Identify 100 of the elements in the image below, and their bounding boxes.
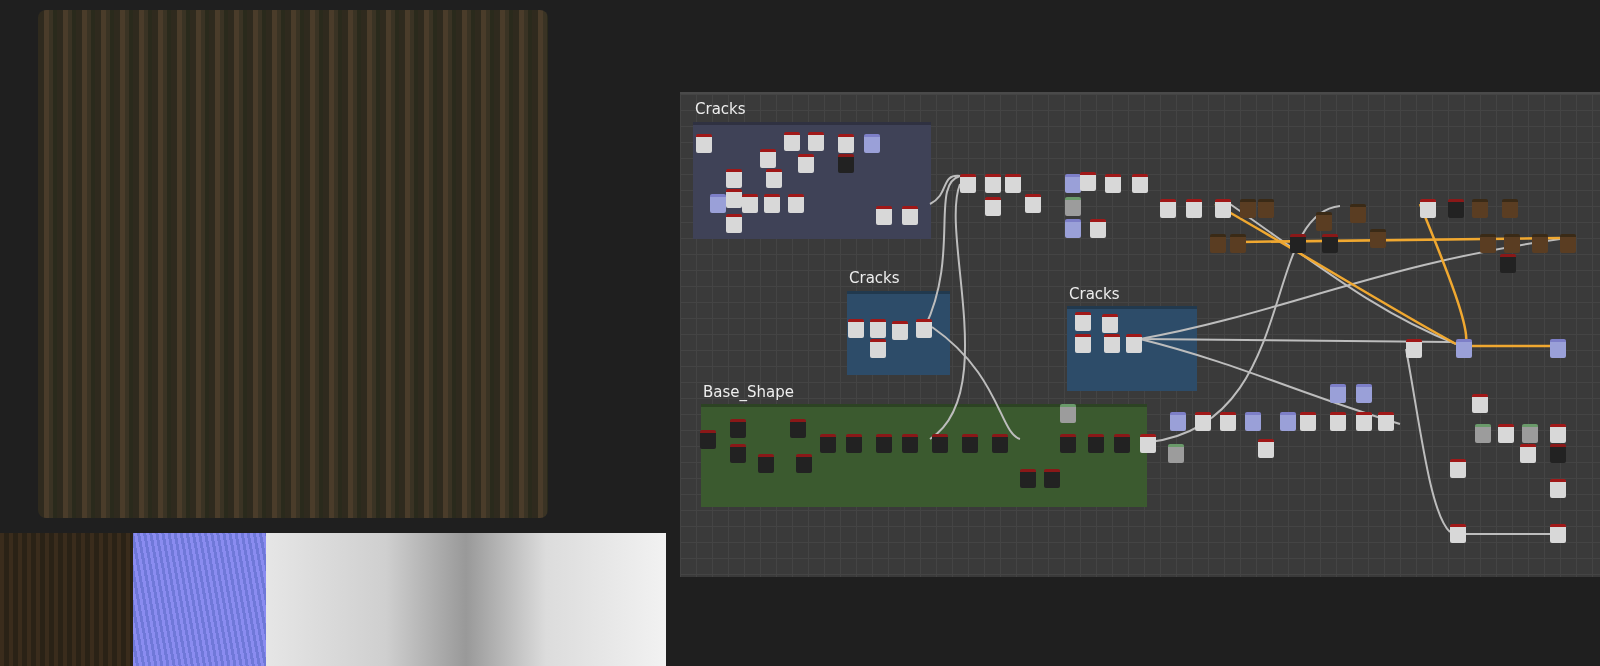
graph-node[interactable] — [1132, 174, 1148, 193]
graph-node[interactable] — [1498, 424, 1514, 443]
graph-node[interactable] — [758, 454, 774, 473]
graph-node[interactable] — [985, 174, 1001, 193]
graph-node[interactable] — [1550, 339, 1566, 358]
graph-node[interactable] — [1160, 199, 1176, 218]
graph-node[interactable] — [726, 214, 742, 233]
graph-node[interactable] — [1060, 434, 1076, 453]
graph-node[interactable] — [1330, 412, 1346, 431]
graph-node[interactable] — [962, 434, 978, 453]
graph-node[interactable] — [1456, 339, 1472, 358]
graph-node[interactable] — [808, 132, 824, 151]
graph-node[interactable] — [932, 434, 948, 453]
graph-node[interactable] — [730, 419, 746, 438]
graph-node[interactable] — [1044, 469, 1060, 488]
graph-node[interactable] — [846, 434, 862, 453]
graph-node[interactable] — [1025, 194, 1041, 213]
graph-node[interactable] — [1550, 524, 1566, 543]
graph-node[interactable] — [870, 319, 886, 338]
graph-node[interactable] — [1170, 412, 1186, 431]
graph-node[interactable] — [1448, 199, 1464, 218]
graph-node[interactable] — [1330, 384, 1346, 403]
graph-node[interactable] — [1215, 199, 1231, 218]
graph-node[interactable] — [790, 419, 806, 438]
graph-node[interactable] — [1075, 312, 1091, 331]
graph-node[interactable] — [1350, 204, 1366, 223]
graph-node[interactable] — [1532, 234, 1548, 253]
graph-node[interactable] — [992, 434, 1008, 453]
graph-node[interactable] — [1475, 424, 1491, 443]
graph-node[interactable] — [1316, 212, 1332, 231]
graph-node[interactable] — [1140, 434, 1156, 453]
graph-node[interactable] — [1104, 334, 1120, 353]
graph-node[interactable] — [788, 194, 804, 213]
graph-node[interactable] — [730, 444, 746, 463]
graph-node[interactable] — [1020, 469, 1036, 488]
graph-node[interactable] — [1520, 444, 1536, 463]
graph-node[interactable] — [1450, 524, 1466, 543]
graph-node[interactable] — [1195, 412, 1211, 431]
graph-node[interactable] — [1102, 314, 1118, 333]
graph-node[interactable] — [726, 169, 742, 188]
graph-node[interactable] — [1258, 439, 1274, 458]
graph-node[interactable] — [1420, 199, 1436, 218]
graph-node[interactable] — [742, 194, 758, 213]
graph-node[interactable] — [1550, 444, 1566, 463]
graph-node[interactable] — [848, 319, 864, 338]
graph-node[interactable] — [1060, 404, 1076, 423]
graph-node[interactable] — [1065, 197, 1081, 216]
graph-node[interactable] — [892, 321, 908, 340]
graph-node[interactable] — [1472, 199, 1488, 218]
graph-node[interactable] — [985, 197, 1001, 216]
graph-node[interactable] — [1065, 219, 1081, 238]
graph-node[interactable] — [1356, 412, 1372, 431]
graph-node[interactable] — [798, 154, 814, 173]
graph-node[interactable] — [876, 434, 892, 453]
graph-node[interactable] — [1005, 174, 1021, 193]
graph-node[interactable] — [960, 174, 976, 193]
graph-node[interactable] — [876, 206, 892, 225]
graph-node[interactable] — [820, 434, 836, 453]
graph-node[interactable] — [1230, 234, 1246, 253]
graph-node[interactable] — [1406, 339, 1422, 358]
graph-node[interactable] — [696, 134, 712, 153]
graph-node[interactable] — [1502, 199, 1518, 218]
graph-node[interactable] — [1114, 434, 1130, 453]
graph-node[interactable] — [1090, 219, 1106, 238]
graph-node[interactable] — [796, 454, 812, 473]
graph-node[interactable] — [1450, 459, 1466, 478]
graph-node[interactable] — [1500, 254, 1516, 273]
graph-node[interactable] — [1186, 199, 1202, 218]
graph-node[interactable] — [700, 430, 716, 449]
graph-node[interactable] — [838, 154, 854, 173]
graph-node[interactable] — [1290, 234, 1306, 253]
graph-node[interactable] — [766, 169, 782, 188]
graph-node[interactable] — [1522, 424, 1538, 443]
graph-node[interactable] — [764, 194, 780, 213]
graph-node[interactable] — [1080, 172, 1096, 191]
graph-node[interactable] — [1210, 234, 1226, 253]
graph-node[interactable] — [784, 132, 800, 151]
graph-node[interactable] — [1322, 234, 1338, 253]
graph-node[interactable] — [1240, 199, 1256, 218]
graph-node[interactable] — [1472, 394, 1488, 413]
graph-node[interactable] — [1220, 412, 1236, 431]
graph-node[interactable] — [1088, 434, 1104, 453]
graph-node[interactable] — [1370, 229, 1386, 248]
graph-node[interactable] — [1245, 412, 1261, 431]
graph-node[interactable] — [1280, 412, 1296, 431]
graph-node[interactable] — [1356, 384, 1372, 403]
graph-node[interactable] — [760, 149, 776, 168]
graph-node[interactable] — [726, 189, 742, 208]
graph-node[interactable] — [1065, 174, 1081, 193]
graph-node[interactable] — [838, 134, 854, 153]
graph-node[interactable] — [1126, 334, 1142, 353]
graph-node[interactable] — [1105, 174, 1121, 193]
graph-node[interactable] — [1480, 234, 1496, 253]
graph-node[interactable] — [1378, 412, 1394, 431]
graph-node[interactable] — [710, 194, 726, 213]
graph-node[interactable] — [1075, 334, 1091, 353]
graph-node[interactable] — [1550, 479, 1566, 498]
graph-node[interactable] — [1168, 444, 1184, 463]
graph-node[interactable] — [1504, 234, 1520, 253]
graph-node[interactable] — [1258, 199, 1274, 218]
